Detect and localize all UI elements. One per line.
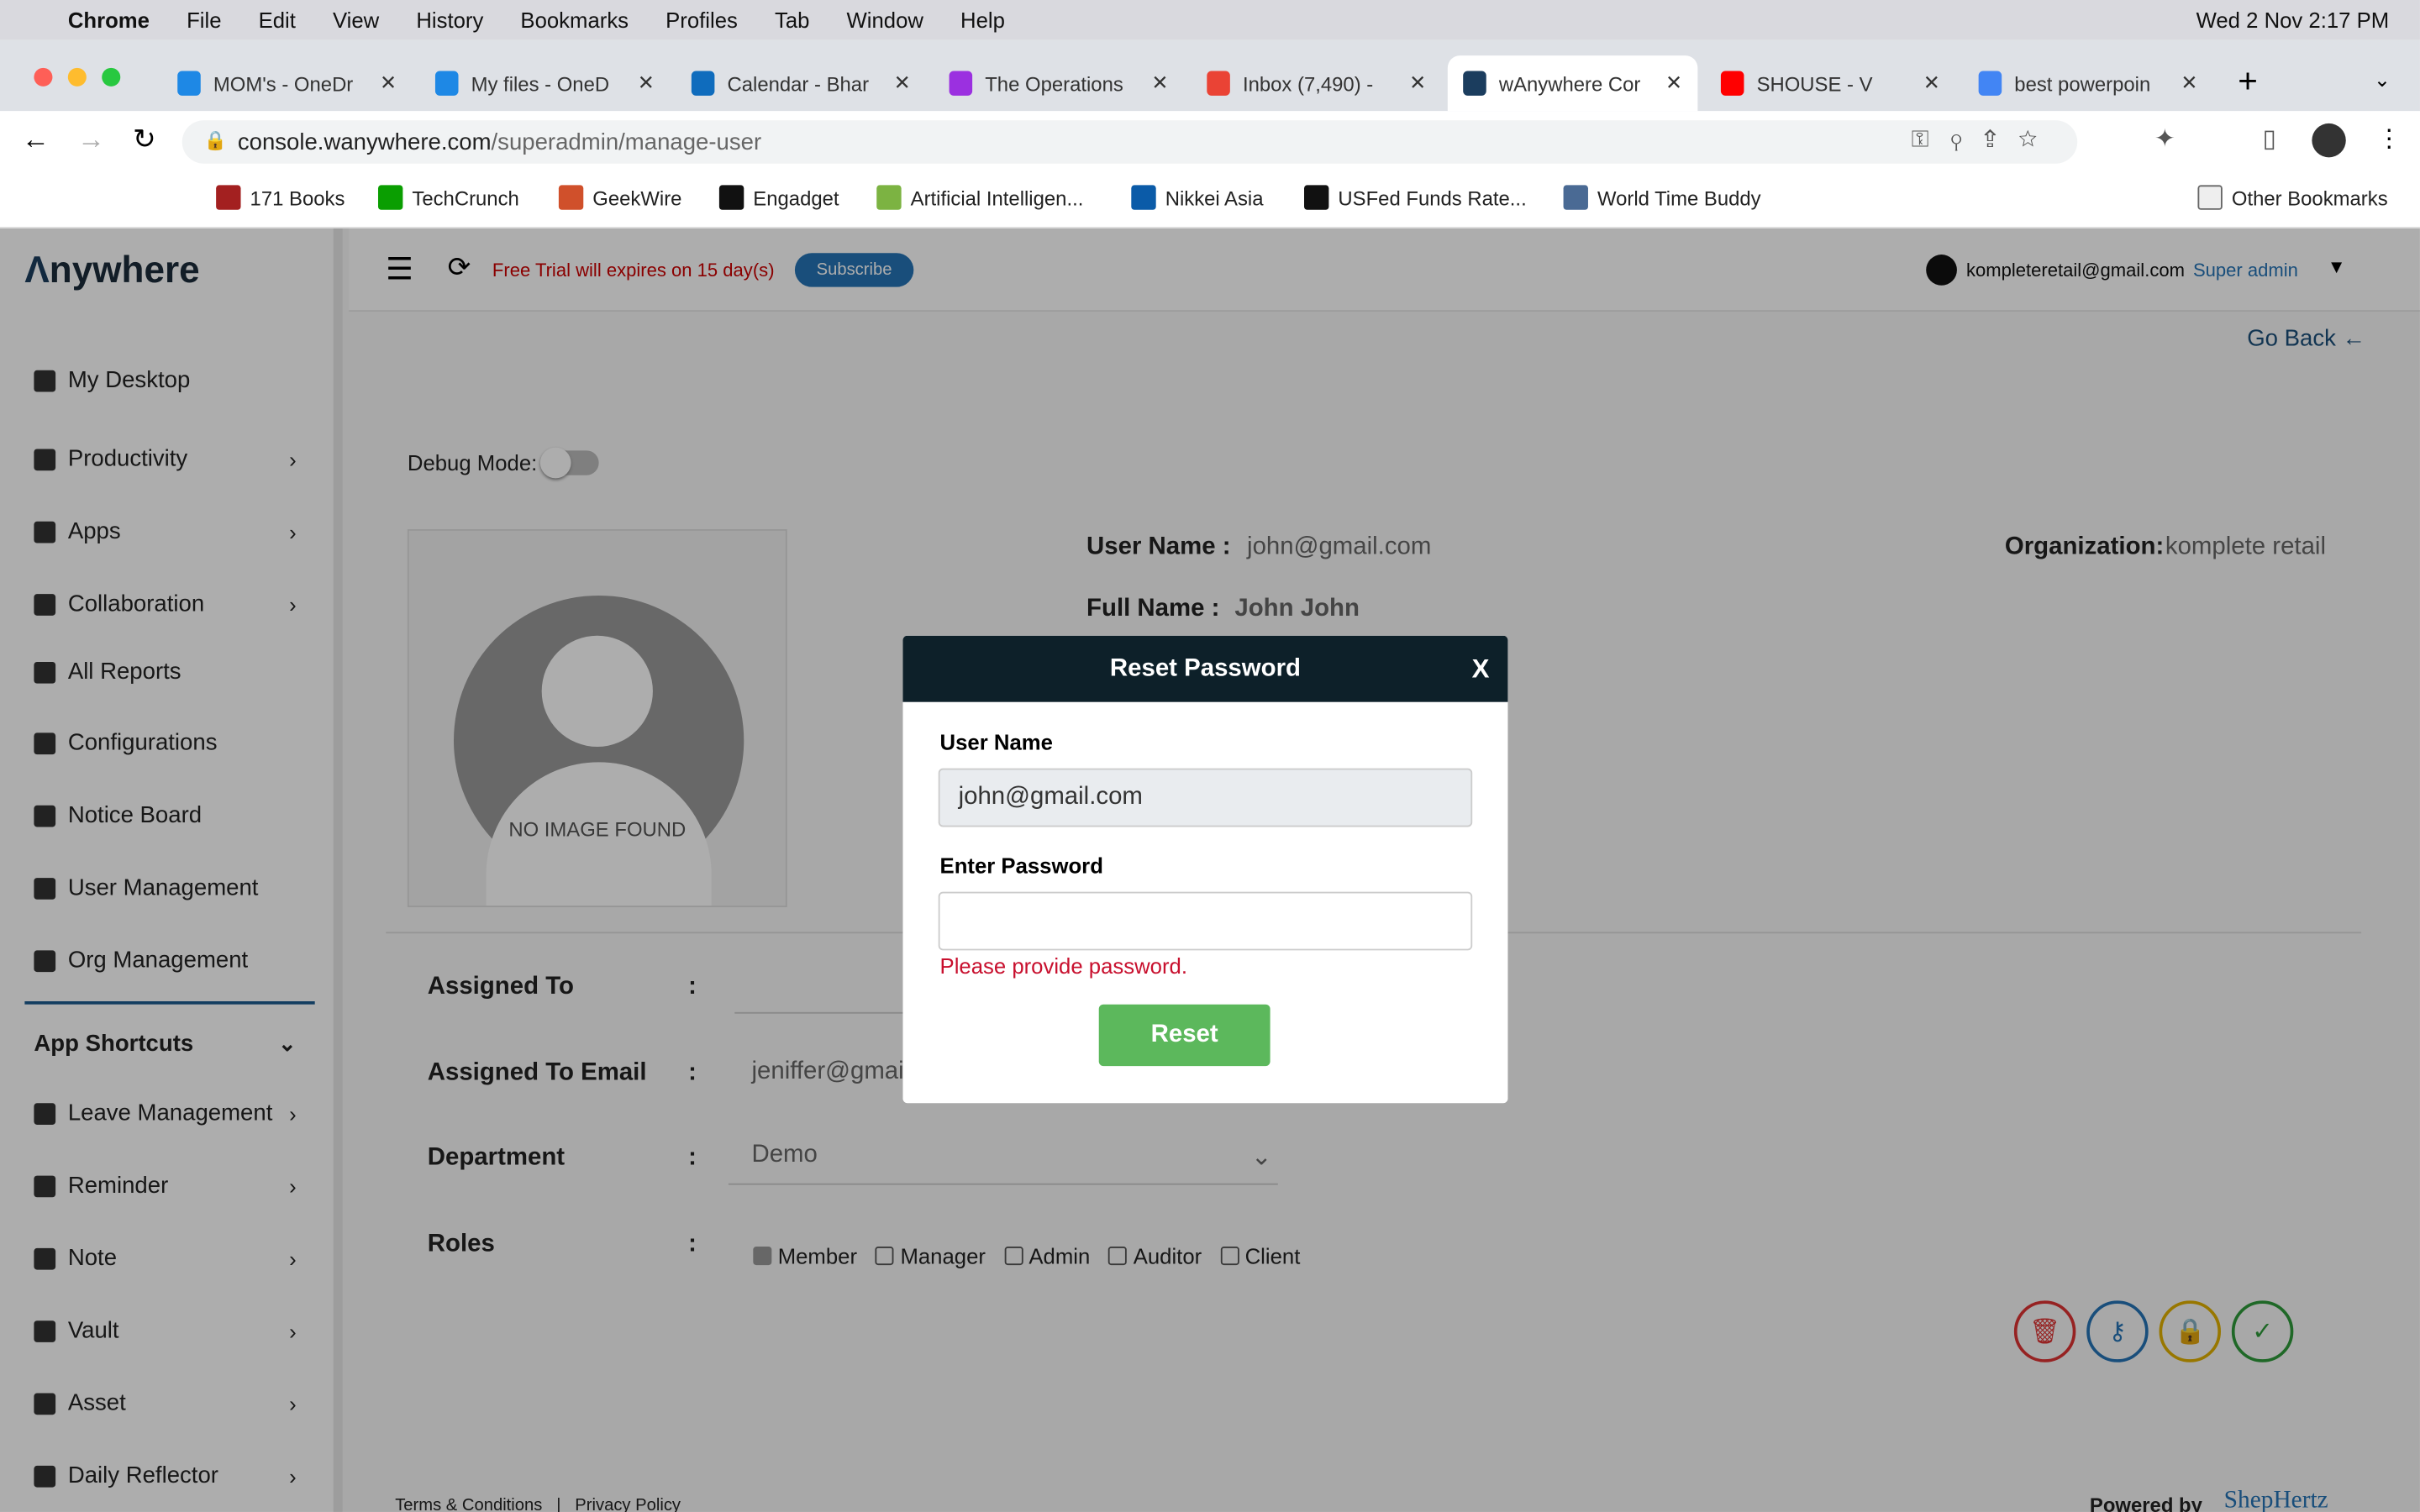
bookmark-favicon-icon [718, 185, 744, 210]
bookmark-favicon-icon [1131, 185, 1156, 210]
tab-search-chevron-icon[interactable]: ⌄ [2374, 68, 2391, 92]
browser-tab[interactable]: MOM's - OneDr ✕ [162, 55, 413, 111]
menubar-clock[interactable]: Wed 2 Nov 2:17 PM [2196, 8, 2390, 32]
back-icon[interactable]: ← [22, 123, 50, 156]
omnibox-actions-icon[interactable]: ⚿⚲⇪☆ [1912, 127, 2060, 153]
close-window-button[interactable] [34, 67, 53, 87]
bookmark-favicon-icon [1304, 185, 1329, 210]
bookmark-item[interactable]: 171 Books [216, 185, 345, 210]
tab-title: My files - OneD [471, 71, 610, 95]
bookmark-item[interactable]: GeekWire [558, 185, 681, 210]
browser-tab[interactable]: SHOUSE - V ✕ [1706, 55, 1956, 111]
tab-close-icon[interactable]: ✕ [894, 71, 911, 95]
username-field[interactable]: john@gmail.com [938, 768, 1473, 827]
lock-icon[interactable]: 🔒 [203, 129, 226, 151]
bookmark-item[interactable]: World Time Buddy [1563, 185, 1761, 210]
reset-button[interactable]: Reset [1098, 1004, 1270, 1067]
menu-help[interactable]: Help [960, 8, 1005, 32]
bookmark-favicon-icon [1563, 185, 1588, 210]
tab-favicon-icon [177, 71, 202, 96]
modal-close-button[interactable]: X [1472, 654, 1490, 685]
new-tab-icon[interactable]: + [2238, 61, 2258, 102]
tab-close-icon[interactable]: ✕ [1923, 71, 1940, 95]
bookmark-favicon-icon [876, 185, 902, 210]
bookmark-item[interactable]: Artificial Intelligen... [876, 185, 1083, 210]
password-error: Please provide password. [939, 953, 1187, 979]
menu-tab[interactable]: Tab [775, 8, 809, 32]
tab-title: best powerpoin [2014, 71, 2151, 95]
browser-tab[interactable]: The Operations ✕ [934, 55, 1184, 111]
browser-tab[interactable]: wAnywhere Cor ✕ [1447, 55, 1698, 112]
browser-tab[interactable]: My files - OneD ✕ [420, 55, 671, 111]
menu-profiles[interactable]: Profiles [666, 8, 738, 32]
menu-file[interactable]: File [187, 8, 221, 32]
tab-close-icon[interactable]: ✕ [1151, 71, 1168, 95]
tab-favicon-icon [1207, 71, 1231, 96]
tab-close-icon[interactable]: ✕ [380, 71, 397, 95]
folder-icon [2197, 185, 2223, 210]
bookmark-item[interactable]: TechCrunch [377, 185, 519, 210]
tab-favicon-icon [1720, 71, 1744, 96]
tab-title: Inbox (7,490) - [1242, 71, 1374, 95]
bookmark-item[interactable]: Engadget [718, 185, 839, 210]
tab-title: Calendar - Bhar [727, 71, 870, 95]
reset-password-modal: Reset Password X User Name john@gmail.com… [902, 635, 1508, 1104]
tab-favicon-icon [691, 71, 715, 96]
tab-strip: MOM's - OneDr ✕ My files - OneD ✕ Calendar -… [0, 39, 2420, 112]
password-field[interactable] [938, 891, 1473, 951]
browser-toolbar: ← → ↻ 🔒 console.wanywhere.com/superadmin… [0, 111, 2420, 173]
menu-view[interactable]: View [333, 8, 379, 32]
minimize-window-button[interactable] [67, 67, 87, 87]
tab-favicon-icon [434, 71, 459, 96]
username-label: User Name [939, 729, 1053, 755]
tab-favicon-icon [1463, 71, 1487, 96]
profile-avatar[interactable] [2312, 123, 2346, 158]
other-bookmarks[interactable]: Other Bookmarks [2197, 185, 2388, 210]
password-label: Enter Password [939, 853, 1103, 879]
tab-title: wAnywhere Cor [1498, 71, 1641, 95]
tab-favicon-icon [949, 71, 973, 96]
reload-icon[interactable]: ↻ [133, 123, 156, 156]
bookmark-item[interactable]: USFed Funds Rate... [1304, 185, 1527, 210]
bookmark-favicon-icon [558, 185, 584, 210]
menu-bookmarks[interactable]: Bookmarks [520, 8, 629, 32]
tab-close-icon[interactable]: ✕ [2181, 71, 2197, 95]
browser-tab[interactable]: Inbox (7,490) - ✕ [1192, 55, 1442, 111]
menu-history[interactable]: History [416, 8, 483, 32]
tab-close-icon[interactable]: ✕ [1665, 71, 1682, 95]
tab-title: SHOUSE - V [1756, 71, 1873, 95]
side-panel-icon[interactable]: ▯ [2263, 123, 2276, 155]
zoom-window-button[interactable] [102, 67, 121, 87]
address-bar[interactable]: 🔒 console.wanywhere.com/superadmin/manag… [182, 120, 2078, 164]
modal-title: Reset Password [1109, 654, 1301, 681]
browser-tab[interactable]: Calendar - Bhar ✕ [676, 55, 926, 111]
tab-close-icon[interactable]: ✕ [638, 71, 655, 95]
bookmark-item[interactable]: Nikkei Asia [1131, 185, 1263, 210]
chrome-menu-icon[interactable]: ⋮ [2377, 123, 2402, 155]
tab-title: The Operations [985, 71, 1123, 95]
menu-window[interactable]: Window [847, 8, 923, 32]
macos-menubar: Chrome File Edit View History Bookmarks … [0, 0, 2420, 40]
tab-close-icon[interactable]: ✕ [1409, 71, 1426, 95]
tab-title: MOM's - OneDr [213, 71, 354, 95]
menu-app-name[interactable]: Chrome [68, 8, 150, 32]
forward-icon[interactable]: → [77, 123, 105, 156]
bookmarks-bar: 171 Books TechCrunch GeekWire Engadget Artif… [0, 172, 2420, 228]
url-host: console.wanywhere.com [237, 129, 492, 155]
tab-favicon-icon [1978, 71, 2002, 96]
modal-header: Reset Password X [902, 635, 1508, 702]
bookmark-favicon-icon [377, 185, 403, 210]
browser-tab[interactable]: best powerpoin ✕ [1963, 55, 2213, 111]
bookmark-favicon-icon [216, 185, 241, 210]
url-path: /superadmin/manage-user [491, 129, 762, 155]
extensions-icon[interactable]: ✦ [2154, 123, 2175, 155]
menu-edit[interactable]: Edit [259, 8, 296, 32]
